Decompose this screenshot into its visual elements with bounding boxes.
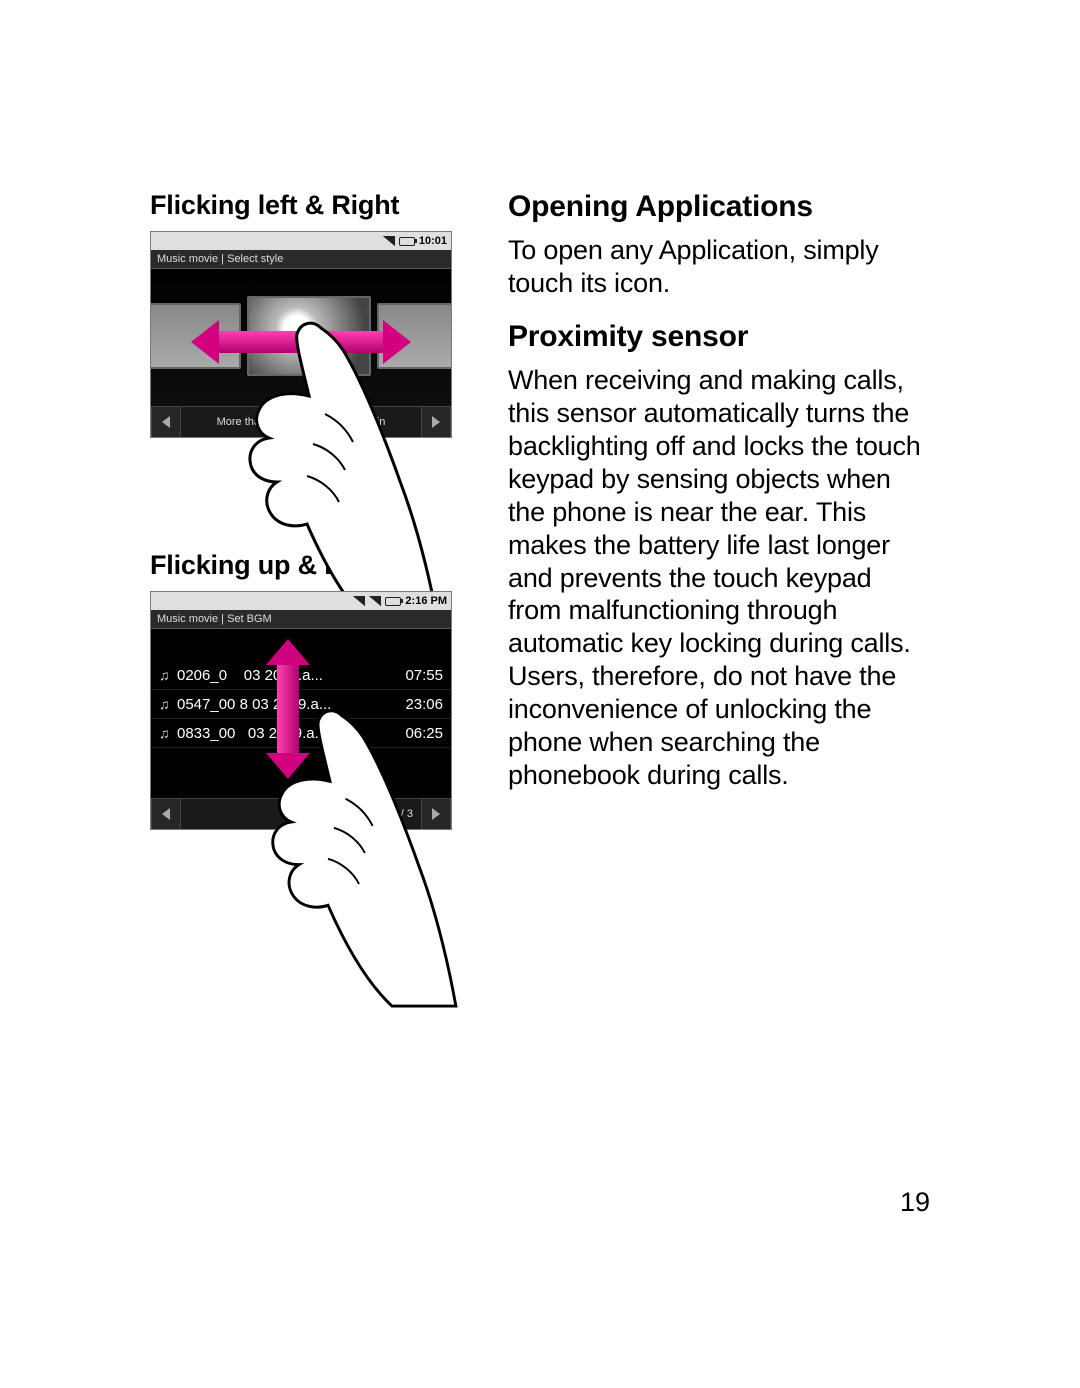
body-opening-apps: To open any Application, simply touch it… [508, 234, 930, 300]
arrow-bar [219, 331, 383, 353]
heading-flick-ud: Flicking up & Down [150, 550, 460, 581]
page-number: 19 [900, 1187, 930, 1218]
battery-icon [385, 597, 401, 606]
window-title: Music movie | Set BGM [151, 610, 451, 629]
prev-button[interactable] [151, 407, 181, 437]
page-indicator: / 3 [181, 808, 421, 820]
file-duration: 06:25 [405, 725, 443, 742]
status-bar: 10:01 [151, 232, 451, 250]
caption-right: tion in [356, 416, 385, 428]
body-proximity: When receiving and making calls, this se… [508, 364, 930, 792]
flick-arrow-vertical [267, 639, 309, 779]
screenshot-flick-ud: 2:16 PM Music movie | Set BGM ♫ 0206_0 0… [150, 591, 452, 830]
heading-opening-apps: Opening Applications [508, 190, 930, 224]
caption-left: More than simpl [217, 416, 295, 428]
arrow-up-icon [266, 639, 310, 665]
status-time: 10:01 [419, 235, 447, 247]
manual-page: Flicking left & Right 10:01 Music movie … [0, 0, 1080, 1388]
status-bar: 2:16 PM [151, 592, 451, 610]
arrow-bar [277, 665, 299, 753]
music-note-icon: ♫ [159, 696, 173, 712]
arrow-down-icon [266, 753, 310, 779]
music-note-icon: ♫ [159, 667, 173, 683]
list-area[interactable]: ♫ 0206_0 03 2009.a... 07:55 ♫ 0547_00 8 … [151, 629, 451, 829]
signal-icon [353, 596, 365, 606]
bottom-bar: / 3 [151, 798, 451, 829]
flick-arrow-horizontal [191, 321, 411, 363]
heading-proximity: Proximity sensor [508, 320, 930, 354]
file-duration: 23:06 [405, 696, 443, 713]
window-title: Music movie | Select style [151, 250, 451, 269]
bottom-bar: More than simpl page tion in [151, 406, 451, 437]
prev-button[interactable] [151, 799, 181, 829]
triangle-left-icon [162, 808, 170, 820]
heading-flick-lr: Flicking left & Right [150, 190, 460, 221]
arrow-left-icon [191, 320, 219, 364]
screenshot-flick-lr: 10:01 Music movie | Select style [150, 231, 452, 438]
right-column: Opening Applications To open any Applica… [508, 190, 930, 1388]
triangle-left-icon [162, 416, 170, 428]
signal-icon [369, 596, 381, 606]
left-column: Flicking left & Right 10:01 Music movie … [150, 190, 460, 1388]
next-button[interactable] [421, 799, 451, 829]
music-note-icon: ♫ [159, 725, 173, 741]
battery-icon [399, 237, 415, 246]
file-duration: 07:55 [405, 667, 443, 684]
arrow-right-icon [383, 320, 411, 364]
caption-mid: page [313, 416, 337, 428]
next-button[interactable] [421, 407, 451, 437]
signal-icon [383, 236, 395, 246]
triangle-right-icon [432, 808, 440, 820]
carousel-area[interactable]: More than simpl page tion in [151, 269, 451, 437]
status-time: 2:16 PM [405, 595, 447, 607]
bottom-caption: More than simpl page tion in [181, 416, 421, 428]
triangle-right-icon [432, 416, 440, 428]
